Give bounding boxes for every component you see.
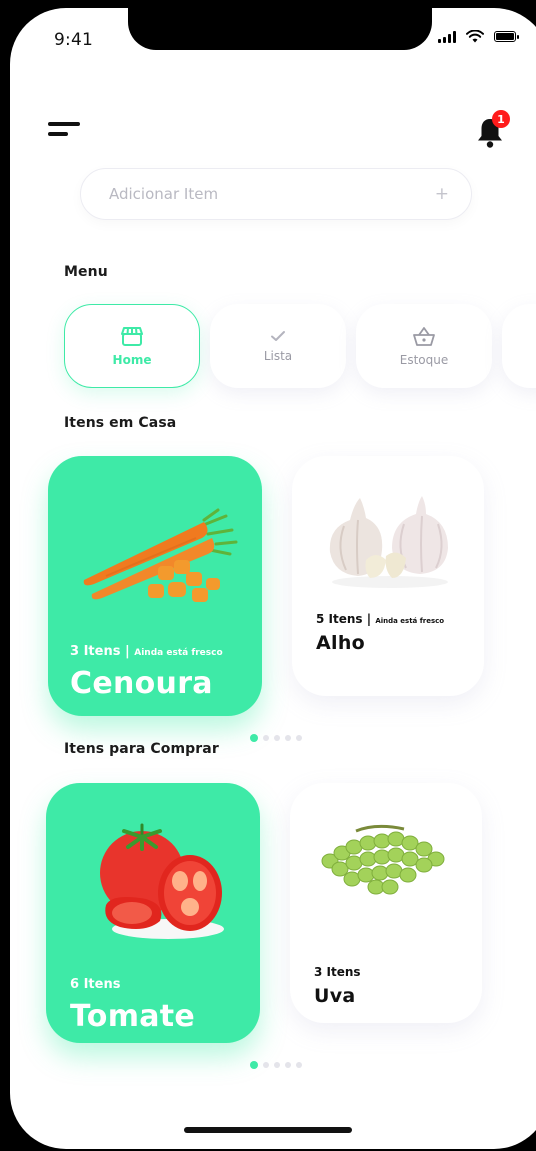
tomate-name: Tomate bbox=[70, 999, 196, 1034]
tab-more[interactable] bbox=[502, 304, 536, 388]
pagination-dot[interactable] bbox=[274, 1062, 280, 1068]
check-icon bbox=[271, 331, 285, 341]
pagination-dot[interactable] bbox=[263, 1062, 269, 1068]
garlic-image bbox=[329, 496, 448, 588]
menu-tabs: Home Lista Estoque bbox=[64, 304, 536, 392]
tomate-count: 6 Itens bbox=[70, 977, 121, 992]
notification-button[interactable]: 1 bbox=[476, 110, 510, 150]
item-card-tomate[interactable]: 6 Itens Tomate bbox=[46, 783, 260, 1043]
cenoura-meta: 3 Itens | Ainda está fresco bbox=[70, 644, 223, 659]
signal-icon bbox=[438, 30, 456, 43]
status-time: 9:41 bbox=[54, 30, 93, 50]
tab-home-label: Home bbox=[112, 353, 152, 367]
hamburger-menu-icon[interactable] bbox=[48, 122, 82, 142]
tab-lista-label: Lista bbox=[263, 349, 293, 363]
grape-image bbox=[321, 824, 445, 895]
uva-count: 3 Itens bbox=[314, 965, 361, 979]
home-indicator[interactable] bbox=[184, 1127, 352, 1133]
pagination-dot[interactable] bbox=[285, 1062, 291, 1068]
app-screen: 9:41 1 Adicionar Item + Menu Home Lista … bbox=[10, 8, 536, 1149]
pagination-dot[interactable] bbox=[296, 735, 302, 741]
cenoura-name: Cenoura bbox=[70, 666, 213, 701]
pagination-dot[interactable] bbox=[296, 1062, 302, 1068]
tab-estoque-label: Estoque bbox=[399, 353, 449, 367]
cenoura-status: Ainda está fresco bbox=[134, 648, 223, 658]
battery-icon bbox=[494, 31, 519, 42]
buy-items-title: Itens para Comprar bbox=[64, 741, 219, 757]
add-item-placeholder: Adicionar Item bbox=[109, 185, 219, 203]
pagination-dot[interactable] bbox=[250, 1061, 258, 1069]
item-card-alho[interactable]: 5 Itens | Ainda está fresco Alho bbox=[292, 456, 484, 696]
notification-badge: 1 bbox=[492, 110, 510, 128]
phone-frame: 9:41 1 Adicionar Item + Menu Home Lista … bbox=[0, 0, 536, 1151]
notch bbox=[128, 8, 432, 50]
pagination-dot[interactable] bbox=[274, 735, 280, 741]
store-icon bbox=[121, 327, 143, 346]
tab-lista[interactable]: Lista bbox=[210, 304, 346, 388]
item-card-uva[interactable]: 3 Itens Uva bbox=[290, 783, 482, 1023]
buy-items-pagination bbox=[250, 1061, 302, 1069]
alho-count: 5 Itens bbox=[316, 612, 363, 626]
carrot-image bbox=[83, 508, 238, 602]
tab-home[interactable]: Home bbox=[64, 304, 200, 388]
tab-estoque[interactable]: Estoque bbox=[356, 304, 492, 388]
home-items-title: Itens em Casa bbox=[64, 415, 177, 431]
pagination-dot[interactable] bbox=[285, 735, 291, 741]
alho-name: Alho bbox=[316, 632, 365, 654]
pagination-dot[interactable] bbox=[250, 734, 258, 742]
add-item-plus-icon[interactable]: + bbox=[435, 184, 449, 204]
alho-meta: 5 Itens | Ainda está fresco bbox=[316, 612, 444, 626]
cenoura-count: 3 Itens bbox=[70, 644, 121, 659]
menu-section-title: Menu bbox=[64, 264, 108, 280]
add-item-input[interactable]: Adicionar Item + bbox=[80, 168, 472, 220]
item-card-cenoura[interactable]: 3 Itens | Ainda está fresco Cenoura bbox=[48, 456, 262, 716]
pagination-dot[interactable] bbox=[263, 735, 269, 741]
alho-separator: | bbox=[366, 612, 372, 626]
cenoura-separator: | bbox=[124, 644, 130, 659]
uva-name: Uva bbox=[314, 985, 356, 1007]
tomato-image bbox=[100, 823, 224, 939]
wifi-icon bbox=[466, 30, 484, 43]
status-icons bbox=[438, 30, 519, 43]
alho-status: Ainda está fresco bbox=[375, 617, 445, 625]
home-items-pagination bbox=[250, 734, 302, 742]
basket-icon bbox=[413, 327, 435, 346]
